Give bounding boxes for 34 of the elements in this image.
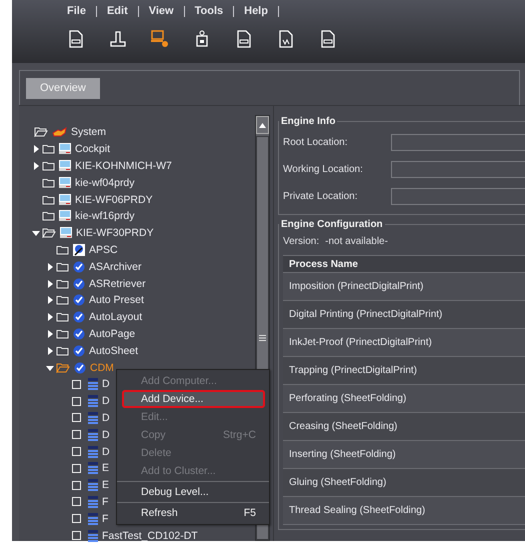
tree-label: System bbox=[71, 126, 106, 138]
tree-label: ASRetriever bbox=[89, 278, 146, 290]
tree-label: kie-wf16prdy bbox=[75, 210, 135, 222]
tree-label: Cockpit bbox=[75, 143, 110, 156]
tree-label: D bbox=[102, 395, 110, 408]
tree-label: F bbox=[102, 512, 108, 525]
tree-label: E bbox=[102, 462, 110, 474]
tree-label: FastTest_CD102-DT bbox=[102, 530, 198, 542]
tree-label: KIE-KOHNMICH-W7 bbox=[75, 160, 172, 172]
tree-label: CDM bbox=[90, 362, 114, 374]
tree-label: KIE-WF06PRDY bbox=[75, 194, 153, 206]
tree-label: kie-wf04prdy bbox=[75, 176, 135, 189]
shortcut-text: F5 bbox=[244, 507, 256, 519]
tree-label: ASArchiver bbox=[89, 260, 142, 273]
tree-label: E bbox=[102, 479, 110, 492]
field-label: Private Location: bbox=[283, 191, 358, 202]
version-value: -not available- bbox=[325, 236, 388, 246]
tree-label: AutoPage bbox=[89, 328, 136, 340]
tree-label: AutoSheet bbox=[89, 344, 138, 357]
tree-label: D bbox=[102, 412, 110, 424]
tree-label: KIE-WF30PRDY bbox=[76, 227, 154, 240]
field-label: Root Location: bbox=[283, 137, 348, 148]
tree-label: D bbox=[102, 446, 110, 458]
field-label: Working Location: bbox=[283, 164, 364, 175]
tree-label: APSC bbox=[89, 244, 118, 256]
section-title: Engine Info bbox=[280, 116, 336, 127]
tree-label: Auto Preset bbox=[89, 294, 144, 306]
shortcut-text: Strg+C bbox=[223, 429, 256, 441]
tree-label: F bbox=[102, 496, 108, 508]
tree-label: D bbox=[102, 378, 110, 390]
section-title: Engine Configuration bbox=[280, 219, 384, 230]
tree-label: AutoLayout bbox=[89, 311, 142, 324]
version-label: Version: bbox=[283, 236, 320, 246]
tree-label: D bbox=[102, 428, 110, 441]
